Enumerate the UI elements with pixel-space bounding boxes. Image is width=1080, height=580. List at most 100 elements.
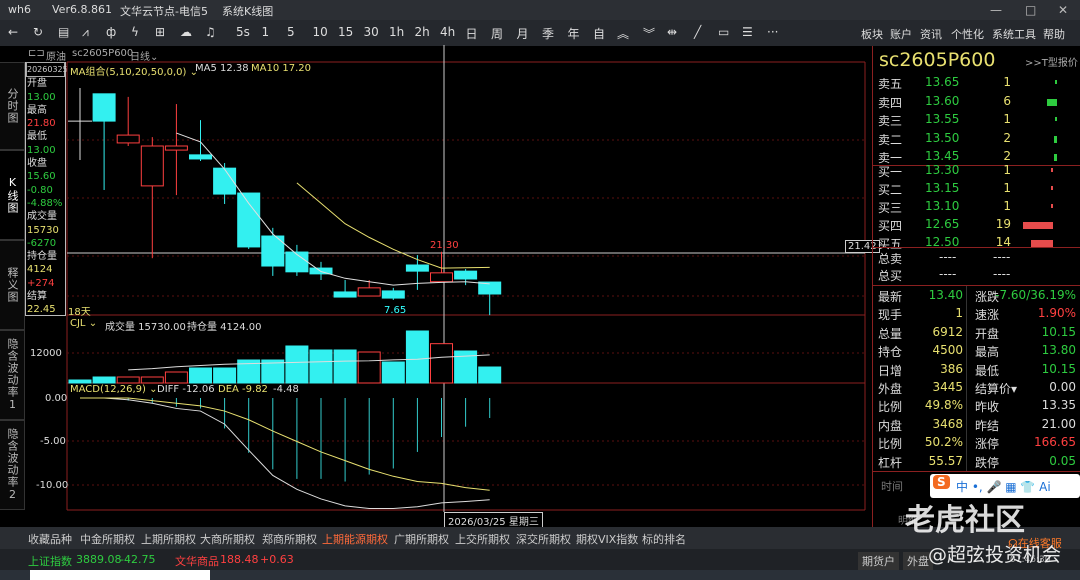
candle-body <box>381 290 405 299</box>
level-price: 12.65 <box>925 217 960 231</box>
stat-value: 3445 <box>932 380 963 394</box>
stat-row: 外盘 3445 结算价▾ 0.00 <box>873 380 1080 398</box>
dea-line <box>80 397 490 491</box>
macd-axis-0: 0.00 <box>45 393 68 404</box>
depth-bar <box>1022 222 1053 229</box>
divider <box>873 471 1080 472</box>
candle-body <box>92 93 116 122</box>
candle-body <box>478 281 502 295</box>
taskbar-window[interactable] <box>30 570 210 580</box>
t-quote-link[interactable]: >>T型报价 <box>1025 54 1078 69</box>
level-qty: 2 <box>1003 149 1011 163</box>
index1-value: 3889.08 <box>76 553 122 566</box>
volume-indicator-select[interactable]: CJL ⌄ <box>70 318 97 329</box>
volume-bar <box>333 349 357 384</box>
ma-indicator-select[interactable]: MA组合(5,10,20,50,0,0) ⌄ <box>70 63 198 78</box>
exchange-tab[interactable]: 标的排名 <box>642 531 686 547</box>
stat-label[interactable]: 开盘 <box>975 325 999 342</box>
volume-bar <box>285 345 309 384</box>
level-label: 买二 <box>878 183 903 197</box>
exchange-tab[interactable]: 期权VIX指数 <box>576 531 638 547</box>
exchange-tab[interactable]: 广期所期权 <box>394 531 449 547</box>
stat-label[interactable]: 最低 <box>975 362 999 379</box>
stat-label[interactable]: 速涨 <box>975 306 999 323</box>
high-marker: 21.30 <box>430 240 459 251</box>
ask-row[interactable]: 卖三 13.55 1 <box>873 112 1080 130</box>
stat-label[interactable]: 跌停 <box>975 454 999 471</box>
ma10-line <box>296 182 490 269</box>
macd-axis-10: -10.00 <box>36 480 69 491</box>
stat-value: 10.15 <box>1041 324 1076 339</box>
volume-bar <box>92 376 116 384</box>
ask-row[interactable]: 卖二 13.50 2 <box>873 131 1080 149</box>
stat-value: 1.90% <box>1037 306 1076 321</box>
stat-value: 50.2% <box>924 435 963 450</box>
stat-value: 13.80 <box>1041 343 1076 358</box>
total-label: 总卖 <box>878 252 903 266</box>
candle-body <box>213 167 237 195</box>
level-price: 13.65 <box>925 75 960 89</box>
depth-bar <box>1055 117 1057 121</box>
level-qty: 1 <box>1003 75 1011 89</box>
exchange-tab[interactable]: 上期能源期权 <box>322 531 388 550</box>
index2-change: +0.63 <box>260 553 294 566</box>
bid-row[interactable]: 买三 13.10 1 <box>873 199 1080 217</box>
quote-symbol: sc2605P600 <box>879 49 996 71</box>
time-label: 时间 <box>881 480 903 493</box>
bid-row[interactable]: 买二 13.15 1 <box>873 181 1080 199</box>
bid-row[interactable]: 买四 12.65 19 <box>873 217 1080 235</box>
stat-label: 杠杆 <box>878 455 903 470</box>
depth-bar <box>1053 135 1057 143</box>
volume-bar <box>213 367 237 384</box>
total-b: ---- <box>993 267 1011 281</box>
futures-account-button[interactable]: 期货户 <box>858 552 899 570</box>
level-qty: 19 <box>995 217 1011 231</box>
stat-label: 现手 <box>878 308 903 323</box>
level-price: 13.15 <box>925 181 960 195</box>
stat-label: 比例 <box>878 437 903 452</box>
stat-label[interactable]: 最高 <box>975 343 999 360</box>
stat-value: 49.8% <box>924 398 963 413</box>
volume-bar <box>140 376 164 384</box>
status-bar: 上证指数 3889.08 -42.75 文华商品 188.48 +0.63 期货… <box>0 537 1080 570</box>
stat-label: 外盘 <box>878 382 903 396</box>
stat-row: 现手 1 速涨 1.90% <box>873 306 1080 324</box>
stat-row: 日增 386 最低 10.15 <box>873 362 1080 380</box>
macd-axis-5: -5.00 <box>40 436 66 447</box>
candle-body <box>430 272 453 283</box>
exchange-tab[interactable]: 收藏品种 <box>28 531 72 547</box>
stat-label[interactable]: 结算价▾ <box>975 380 1017 397</box>
stat-value: 55.57 <box>928 453 963 468</box>
candle-body <box>140 145 164 187</box>
volume-bar <box>430 343 453 384</box>
stat-label: 内盘 <box>878 418 903 433</box>
candle-body <box>164 145 188 151</box>
total-a: ---- <box>939 267 957 281</box>
exchange-tab[interactable]: 上交所期权 <box>455 531 510 547</box>
exchange-tab[interactable]: 郑商所期权 <box>262 531 317 547</box>
level-qty: 1 <box>1003 163 1011 177</box>
volume-bar <box>309 349 333 384</box>
volume-indicator-label: CJL <box>70 318 86 329</box>
ma10-value: MA10 17.20 <box>251 63 311 74</box>
exchange-tab[interactable]: 中金所期权 <box>80 531 135 547</box>
stat-value: 21.00 <box>1041 416 1076 431</box>
stat-value: 13.40 <box>928 288 963 302</box>
stat-label[interactable]: 昨结 <box>975 417 999 434</box>
exchange-tab[interactable]: 深交所期权 <box>516 531 571 547</box>
macd-indicator-select[interactable]: MACD(12,26,9) ⌄ <box>70 384 158 395</box>
stat-label[interactable]: 涨停 <box>975 435 999 452</box>
index1-name: 上证指数 <box>28 555 72 568</box>
diff-value: DIFF -12.06 <box>157 384 215 395</box>
ask-row[interactable]: 卖四 13.60 6 <box>873 94 1080 112</box>
volume-bar <box>164 371 188 384</box>
stat-value: 166.65 <box>1034 435 1076 450</box>
depth-bar <box>1051 168 1053 172</box>
ask-row[interactable]: 卖五 13.65 1 <box>873 75 1080 93</box>
bid-row[interactable]: 买一 13.30 1 <box>873 163 1080 181</box>
exchange-tab[interactable]: 大商所期权 <box>200 531 255 547</box>
exchange-tab[interactable]: 上期所期权 <box>141 531 196 547</box>
stat-label[interactable]: 昨收 <box>975 398 999 415</box>
stat-value: -7.60/36.19% <box>995 288 1076 302</box>
divider <box>873 285 1080 286</box>
